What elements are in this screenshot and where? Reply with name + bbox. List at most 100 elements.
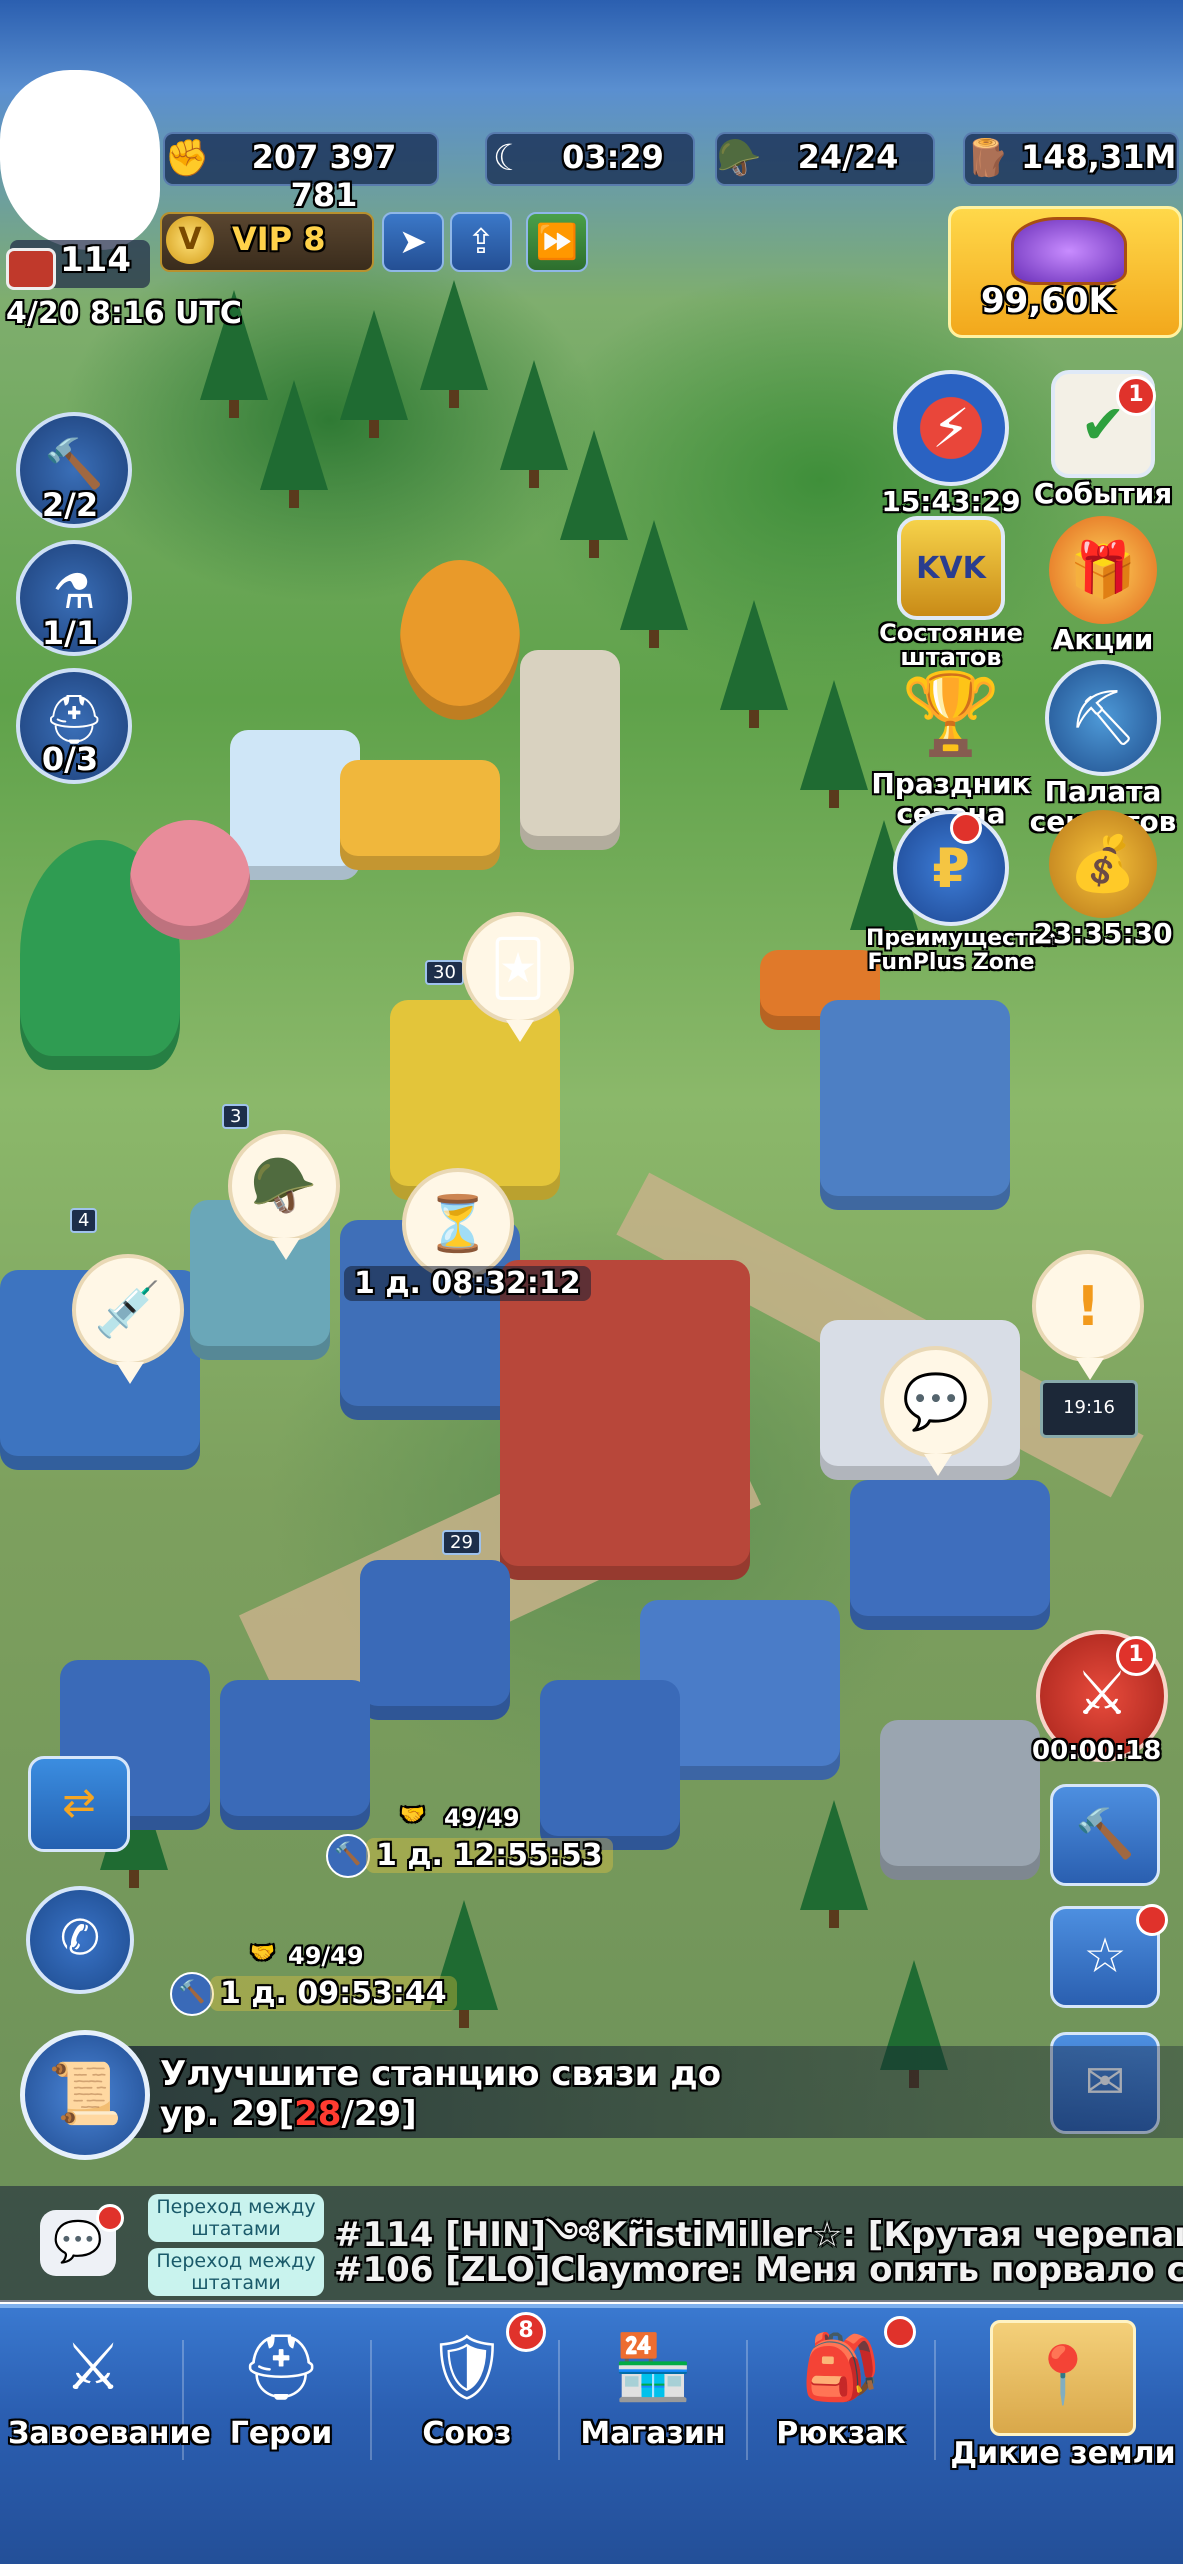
treasure-chest-button[interactable]: 💰 23:35:30 bbox=[1018, 810, 1183, 948]
alert-bubble[interactable]: ! bbox=[1032, 1250, 1144, 1380]
swap-arrows-button[interactable]: ⇄ bbox=[28, 1756, 130, 1852]
farm-building[interactable] bbox=[220, 1680, 370, 1830]
attack-alert-badge: 1 bbox=[1116, 1636, 1156, 1676]
hero-boost-icon: ⏩ bbox=[535, 222, 579, 262]
build-queue-value: 2/2 bbox=[41, 486, 99, 524]
lab-timer: 1 д. 08:32:12 bbox=[344, 1266, 591, 1301]
hero-helmet-icon: ⛑ bbox=[240, 2331, 322, 2405]
hospital-bubble[interactable]: 💉 bbox=[72, 1254, 184, 1384]
golden-ship[interactable] bbox=[340, 760, 500, 870]
nav-backpack-label: Рюкзак bbox=[776, 2416, 906, 2451]
soldier-ready-bubble[interactable]: 🪖 bbox=[228, 1130, 340, 1260]
nav-shop[interactable]: 🏪 Магазин bbox=[568, 2320, 738, 2451]
message-icon: 💬 bbox=[902, 1370, 970, 1433]
syringe-icon: 💉 bbox=[94, 1278, 162, 1341]
research-bubble[interactable]: ⏳ bbox=[402, 1168, 514, 1298]
fish-statue[interactable] bbox=[400, 560, 520, 720]
season-festival-button[interactable]: 🏆 Праздник сезона bbox=[866, 660, 1036, 828]
build-menu-button[interactable]: 🔨 bbox=[1050, 1784, 1160, 1886]
attack-alert-timer: 00:00:18 bbox=[1032, 1736, 1162, 1766]
nav-wildlands[interactable]: 📍 Дикие земли bbox=[950, 2320, 1176, 2471]
events-button[interactable]: ✔ События bbox=[1018, 370, 1183, 508]
stamina-resource[interactable]: ☾ 03:29 bbox=[485, 132, 695, 186]
trophy-icon: 🏆 bbox=[901, 667, 1001, 760]
game-map[interactable]: 30 3 4 29 bbox=[0, 0, 1183, 2300]
card-bubble[interactable]: 🃏 bbox=[462, 912, 574, 1042]
swap-arrows-icon: ⇄ bbox=[62, 1780, 96, 1826]
level-icon bbox=[6, 248, 56, 290]
nav-heroes[interactable]: ⛑ Герои bbox=[196, 2320, 366, 2451]
tree-decoration bbox=[560, 430, 628, 558]
secrets-label-1: Палата bbox=[1044, 775, 1162, 808]
build-timer: 1 д. 12:55:53 bbox=[366, 1838, 613, 1873]
quest-progress-current: 28 bbox=[294, 2094, 342, 2134]
blue-tower[interactable] bbox=[820, 1000, 1010, 1210]
quest-progress-suffix: /29] bbox=[341, 2094, 417, 2134]
building-level: 29 bbox=[442, 1530, 481, 1555]
tree-decoration bbox=[800, 680, 868, 808]
quest-scroll-button[interactable]: 📜 bbox=[20, 2030, 150, 2160]
research-queue-value: 1/1 bbox=[41, 614, 99, 652]
coral-decoration[interactable] bbox=[130, 820, 250, 940]
promotions-button[interactable]: 🎁 Акции bbox=[1018, 516, 1183, 654]
flask-icon: ⚗ bbox=[52, 564, 96, 620]
alliance-badge: 8 bbox=[506, 2312, 546, 2352]
storage-building[interactable] bbox=[880, 1720, 1040, 1880]
wood-log-icon: 🪵 bbox=[964, 138, 1010, 179]
wood-resource[interactable]: 🪵 148,31M bbox=[963, 132, 1179, 186]
nav-conquest[interactable]: ⚔ Завоевание bbox=[8, 2320, 211, 2451]
headquarters[interactable] bbox=[500, 1260, 750, 1580]
tree-decoration bbox=[420, 280, 488, 408]
telegram-icon: ➤ bbox=[398, 222, 428, 262]
phone-icon: ✆ bbox=[59, 1910, 101, 1966]
farm-building[interactable] bbox=[540, 1680, 680, 1850]
communication-station[interactable] bbox=[850, 1480, 1050, 1630]
nav-divider bbox=[746, 2340, 748, 2460]
gems-shop-button[interactable]: 99,60K bbox=[948, 206, 1182, 338]
chest-timer: 23:35:30 bbox=[1033, 917, 1173, 950]
farm-building[interactable] bbox=[360, 1560, 510, 1720]
nav-divider bbox=[558, 2340, 560, 2460]
support-call-button[interactable]: ✆ bbox=[26, 1886, 134, 1994]
help-count: 49/49 bbox=[444, 1804, 520, 1832]
upgrade-arrow-button[interactable]: ⇪ bbox=[450, 212, 512, 272]
quest-progress: ур. 29[28/29] bbox=[160, 2094, 417, 2134]
kvk-label-1: Состояние bbox=[879, 619, 1023, 647]
build-timer: 1 д. 09:53:44 bbox=[210, 1976, 457, 2011]
building-level: 3 bbox=[222, 1104, 250, 1129]
gem-chest-icon bbox=[1011, 217, 1127, 285]
chat-message[interactable]: #106 [ZLO]Claymore: Меня опять порвало с… bbox=[334, 2250, 1183, 2290]
hammer-icon: 🔨 bbox=[326, 1834, 370, 1878]
chat-bubble-building[interactable]: 💬 bbox=[880, 1346, 992, 1476]
help-count: 49/49 bbox=[288, 1942, 364, 1970]
quest-text: Улучшите станцию связи до bbox=[160, 2054, 722, 2094]
treasure-chest-icon: 💰 bbox=[1049, 810, 1157, 918]
kvk-state-button[interactable]: KVK Состояние штатов bbox=[866, 516, 1036, 669]
upgrade-arrow-icon: ⇪ bbox=[466, 222, 496, 262]
events-badge: 1 bbox=[1116, 376, 1156, 416]
obelisk[interactable] bbox=[520, 650, 620, 850]
tree-decoration bbox=[340, 310, 408, 438]
chat-channel-tag: Переход между штатами bbox=[148, 2194, 324, 2242]
vip-icon: V bbox=[166, 216, 214, 264]
funplus-label-1: Преимущества bbox=[866, 926, 1057, 951]
vs-icon: ⚡ bbox=[893, 370, 1009, 486]
hero-boost-button[interactable]: ⏩ bbox=[526, 212, 588, 272]
telegram-button[interactable]: ➤ bbox=[382, 212, 444, 272]
cards-notification-dot bbox=[1136, 1904, 1168, 1936]
funplus-label-2: FunPlus Zone bbox=[867, 950, 1035, 975]
gems-value: 99,60K bbox=[981, 281, 1115, 321]
funplus-notification-dot bbox=[950, 812, 982, 844]
nav-conquest-label: Завоевание bbox=[8, 2416, 211, 2451]
moon-sleep-icon: ☾ bbox=[492, 137, 526, 179]
tree-decoration bbox=[260, 380, 328, 508]
power-value: 207 397 781 bbox=[251, 138, 397, 214]
troops-resource[interactable]: 🪖 24/24 bbox=[715, 132, 935, 186]
vs-event-button[interactable]: ⚡ 15:43:29 bbox=[866, 370, 1036, 516]
vip-badge[interactable]: V VIP 8 bbox=[160, 212, 374, 272]
exclamation-icon: ! bbox=[1075, 1274, 1101, 1338]
scroll-quill-icon: 📜 bbox=[47, 2059, 123, 2129]
crossed-swords-icon: ⚔ bbox=[64, 2331, 122, 2405]
power-resource[interactable]: ✊ 207 397 781 bbox=[163, 132, 439, 214]
vip-level: VIP 8 bbox=[232, 220, 326, 258]
